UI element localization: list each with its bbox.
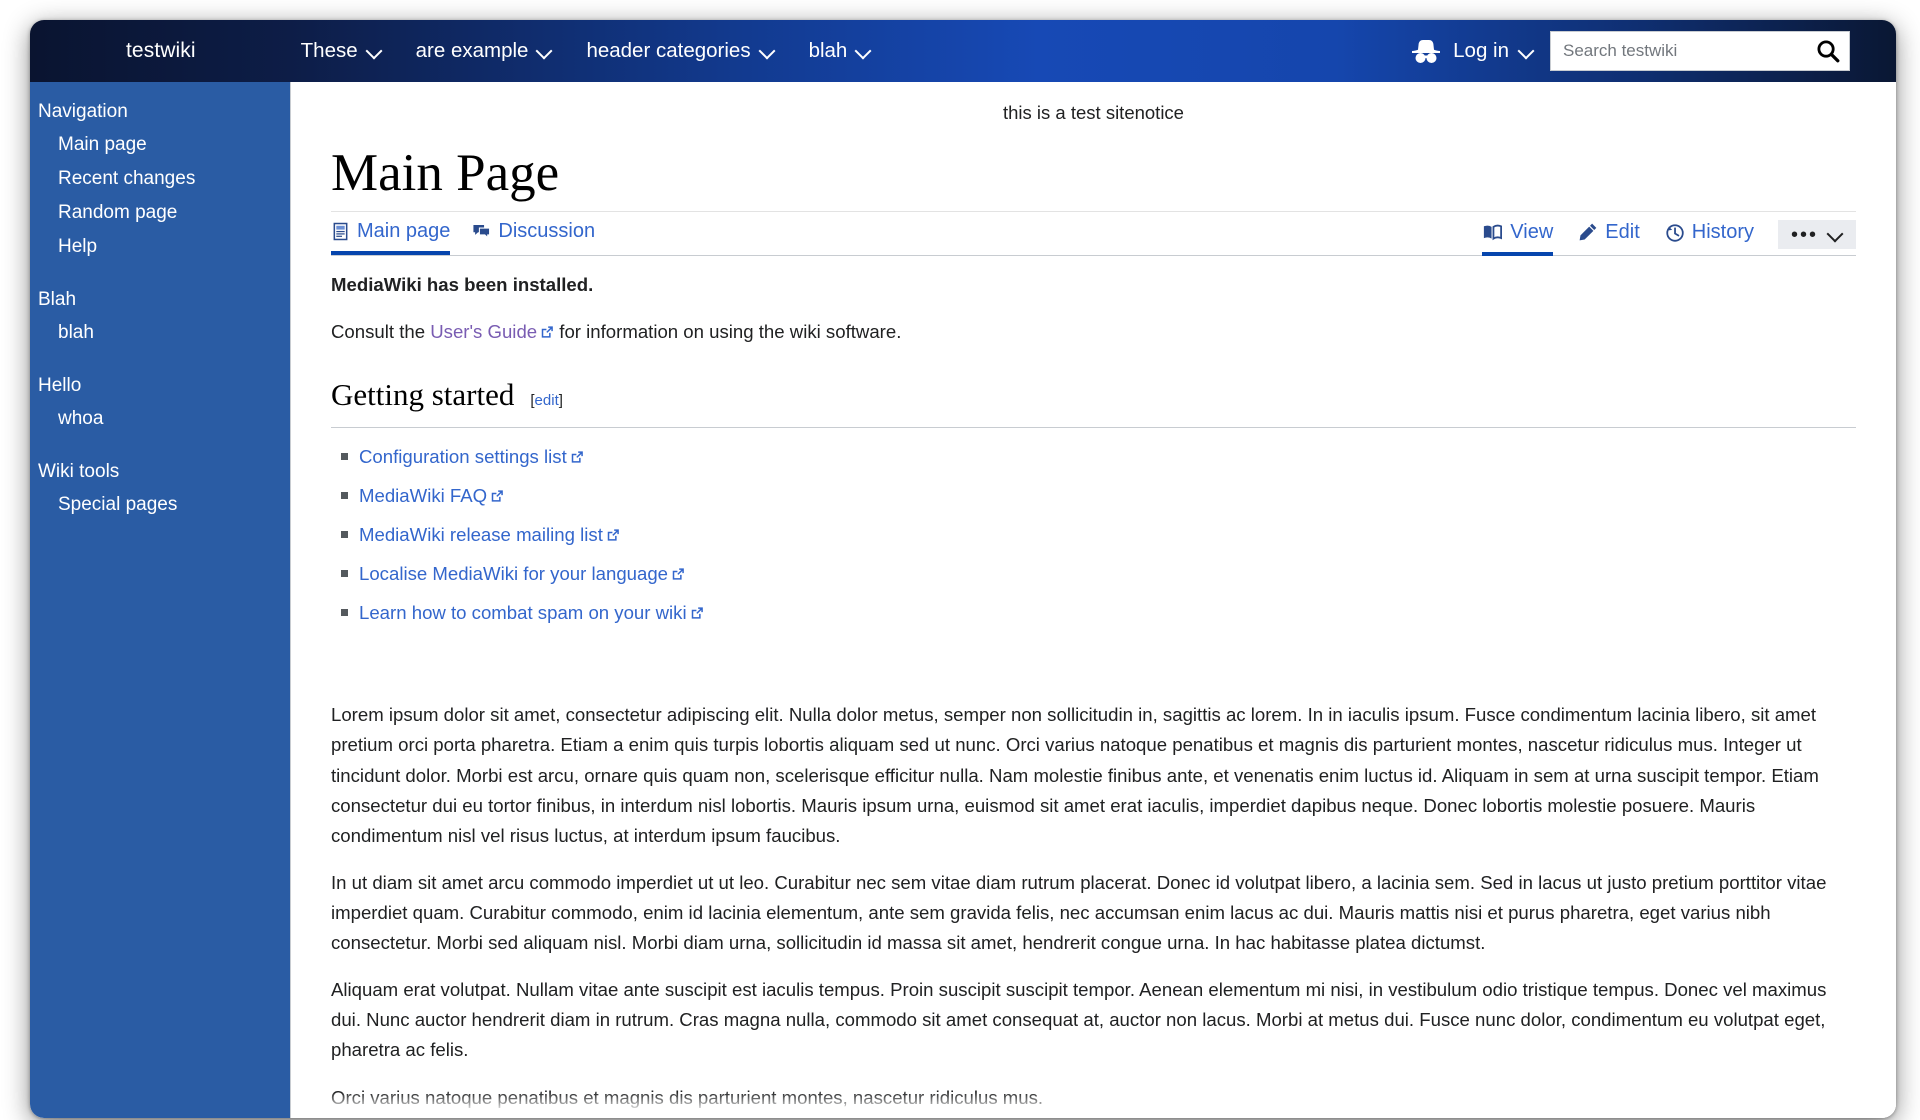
search-box[interactable] (1550, 31, 1850, 71)
chevron-down-icon (856, 43, 871, 58)
users-guide-link[interactable]: User's Guide (430, 321, 537, 342)
sidebar-portal-navigation: Navigation Main page Recent changes Rand… (30, 96, 290, 264)
getting-started-list: Configuration settings list MediaWiki FA… (331, 442, 1856, 629)
namespace-tabs: Main page Discussion (331, 220, 595, 256)
list-item: Configuration settings list (341, 442, 1856, 472)
paragraph-3: Aliquam erat volutpat. Nullam vitae ante… (331, 979, 1827, 1061)
tab-history[interactable]: History (1664, 221, 1754, 255)
chevron-down-icon (760, 43, 775, 58)
anon-user-icon (1412, 40, 1441, 63)
book-open-icon (1484, 224, 1503, 241)
paragraph-4: Orci varius natoque penatibus et magnis … (331, 1086, 1044, 1108)
page-action-tabs: View Edit History ••• (1482, 220, 1856, 256)
section-heading-text: Getting started (331, 376, 515, 412)
external-link-icon (571, 451, 583, 463)
sidebar-item-blah[interactable]: blah (30, 316, 290, 350)
sidebar: Navigation Main page Recent changes Rand… (30, 82, 290, 1118)
tab-main-page[interactable]: Main page (331, 220, 451, 256)
tab-view[interactable]: View (1482, 220, 1554, 256)
tab-main-page-label: Main page (357, 220, 451, 243)
tab-discussion[interactable]: Discussion (472, 220, 595, 254)
sidebar-item-help[interactable]: Help (30, 230, 290, 264)
link-mediawiki-faq[interactable]: MediaWiki FAQ (359, 485, 487, 506)
chevron-down-icon (367, 43, 382, 58)
edit-link[interactable]: edit (535, 392, 559, 409)
header-menu-blah[interactable]: blah (809, 39, 872, 63)
lorem-text-block: Lorem ipsum dolor sit amet, consectetur … (331, 700, 1856, 1112)
chevron-down-icon (537, 43, 552, 58)
section-heading-getting-started: Getting started [edit] (331, 370, 1856, 428)
external-link-icon (491, 490, 503, 502)
more-options-button[interactable]: ••• (1777, 220, 1856, 250)
clock-history-icon (1666, 224, 1684, 242)
consult-before: Consult the (331, 321, 431, 343)
ellipsis-icon: ••• (1790, 223, 1818, 246)
edit-bracket-close: ] (558, 391, 563, 409)
chevron-down-icon (1519, 43, 1534, 58)
tab-discussion-label: Discussion (498, 220, 596, 243)
browser-window: testwiki These are example header catego… (30, 20, 1896, 1118)
header-user-area: Log in (1409, 31, 1850, 71)
log-in-button[interactable]: Log in (1409, 38, 1534, 64)
external-link-icon (607, 529, 619, 541)
sidebar-heading-hello: Hello (38, 375, 82, 396)
tab-edit-label: Edit (1605, 220, 1640, 243)
sidebar-item-recent-changes[interactable]: Recent changes (30, 162, 290, 196)
header-menu-header-categories-label: header categories (586, 39, 751, 62)
installed-notice: MediaWiki has been installed. (331, 274, 594, 296)
header-menu-blah-label: blah (808, 39, 848, 62)
sidebar-heading-blah: Blah (38, 289, 77, 310)
sidebar-item-main-page[interactable]: Main page (30, 128, 290, 162)
log-in-label: Log in (1453, 39, 1509, 62)
list-item: MediaWiki release mailing list (341, 520, 1856, 550)
sidebar-portal-wiki-tools: Wiki tools Special pages (30, 456, 290, 522)
list-item: Localise MediaWiki for your language (341, 559, 1856, 589)
tab-view-label: View (1510, 220, 1554, 243)
paragraph-1: Lorem ipsum dolor sit amet, consectetur … (331, 704, 1819, 846)
talk-bubbles-icon (473, 225, 491, 240)
consult-after: for information on using the wiki softwa… (554, 321, 902, 343)
link-mediawiki-release-mailing-list[interactable]: MediaWiki release mailing list (359, 524, 603, 545)
external-link-icon (541, 326, 553, 339)
sidebar-heading-navigation: Navigation (38, 101, 128, 122)
sitenotice: this is a test sitenotice (1003, 102, 1184, 123)
article-body: MediaWiki has been installed. Consult th… (331, 270, 1856, 1112)
section-edit-link: [edit] (530, 389, 563, 413)
sidebar-heading-wiki-tools: Wiki tools (38, 461, 120, 482)
paragraph-2: In ut diam sit amet arcu commodo imperdi… (331, 871, 1827, 954)
sidebar-item-whoa[interactable]: whoa (30, 402, 290, 436)
content-column: this is a test sitenotice Main Page Main… (290, 82, 1896, 1118)
sidebar-item-special-pages[interactable]: Special pages (30, 488, 290, 522)
external-link-icon (672, 568, 684, 580)
tab-edit[interactable]: Edit (1577, 220, 1640, 255)
list-item: MediaWiki FAQ (341, 481, 1856, 511)
page-tabs-row: Main page Discussion View Edit History •… (331, 220, 1856, 257)
external-link-icon (691, 607, 703, 619)
site-header: testwiki These are example header catego… (30, 20, 1896, 82)
header-menu-are-example-label: are example (415, 39, 529, 62)
page-body: Navigation Main page Recent changes Rand… (30, 82, 1896, 1118)
link-localise-mediawiki[interactable]: Localise MediaWiki for your language (359, 563, 668, 584)
pencil-icon (1579, 223, 1597, 241)
list-item: Learn how to combat spam on your wiki (341, 598, 1856, 628)
link-configuration-settings-list[interactable]: Configuration settings list (359, 446, 567, 467)
chevron-down-icon (1828, 227, 1843, 242)
sidebar-portal-blah: Blah blah (30, 284, 290, 350)
header-menu-these[interactable]: These (301, 39, 382, 63)
header-menu-these-label: These (300, 39, 358, 62)
sidebar-item-random-page[interactable]: Random page (30, 196, 290, 230)
header-navigation: These are example header categories blah (301, 39, 872, 63)
search-icon[interactable] (1815, 38, 1841, 64)
page-title: Main Page (331, 144, 1856, 213)
header-menu-header-categories[interactable]: header categories (586, 39, 774, 63)
header-menu-are-example[interactable]: are example (416, 39, 553, 63)
tab-history-label: History (1691, 220, 1754, 243)
consult-paragraph: Consult the User's Guide for information… (331, 317, 1856, 347)
article-page-icon (333, 223, 348, 241)
wiki-name[interactable]: testwiki (126, 39, 196, 63)
sidebar-portal-hello: Hello whoa (30, 370, 290, 436)
link-combat-spam[interactable]: Learn how to combat spam on your wiki (359, 602, 687, 623)
search-input[interactable] (1551, 32, 1849, 70)
